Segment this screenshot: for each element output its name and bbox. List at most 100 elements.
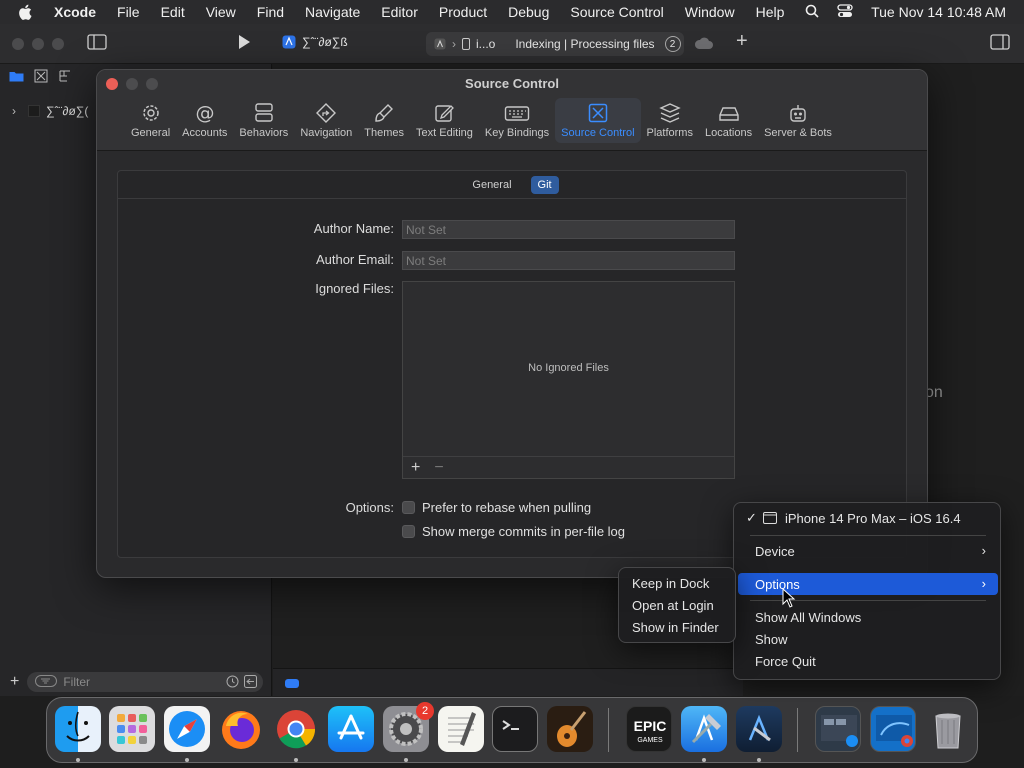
- ignored-files-toolbar: + −: [403, 456, 734, 478]
- recent-window-icon[interactable]: [815, 706, 861, 752]
- tab-locations[interactable]: Locations: [699, 98, 758, 143]
- xcode-icon[interactable]: [681, 706, 727, 752]
- add-library-button[interactable]: +: [736, 30, 748, 53]
- segment-git[interactable]: Git: [530, 175, 559, 194]
- remove-ignored-button: −: [434, 458, 444, 476]
- scm-filter-icon[interactable]: [244, 675, 258, 691]
- textedit-icon[interactable]: [438, 706, 484, 752]
- sidebar-toggle-icon[interactable]: [87, 34, 107, 55]
- filter-options-icon[interactable]: [35, 674, 58, 690]
- add-ignored-button[interactable]: +: [411, 459, 420, 477]
- tab-general[interactable]: General: [125, 98, 176, 143]
- xcode-zoom-button[interactable]: [52, 38, 64, 50]
- menu-bar: Xcode File Edit View Find Navigate Edito…: [0, 0, 1024, 24]
- menu-item-device[interactable]: Device ›: [738, 540, 998, 562]
- scheme-name: ∑ˆ¨∂ø∑ß: [302, 35, 348, 49]
- tab-label: Key Bindings: [484, 127, 550, 139]
- cloud-icon[interactable]: [694, 36, 714, 55]
- garageband-icon[interactable]: [547, 706, 593, 752]
- xcode-minimize-button[interactable]: [32, 38, 44, 50]
- menu-separator: [750, 535, 986, 536]
- menu-source-control[interactable]: Source Control: [570, 4, 663, 20]
- menu-view[interactable]: View: [206, 4, 236, 20]
- menu-edit[interactable]: Edit: [161, 4, 185, 20]
- menu-find[interactable]: Find: [257, 4, 284, 20]
- tab-behaviors[interactable]: Behaviors: [233, 98, 294, 143]
- add-file-icon[interactable]: +: [10, 673, 19, 691]
- tab-server-bots[interactable]: Server & Bots: [758, 98, 838, 143]
- hierarchy-icon[interactable]: [58, 69, 72, 88]
- spotlight-search-icon[interactable]: [805, 4, 819, 21]
- menu-item-force-quit[interactable]: Force Quit: [738, 650, 998, 672]
- menu-help[interactable]: Help: [756, 4, 785, 20]
- project-tree-row[interactable]: › ∑ˆ¨∂ø∑(: [12, 104, 88, 118]
- activity-status: Indexing | Processing files: [515, 37, 655, 51]
- tab-accounts[interactable]: @ Accounts: [176, 98, 233, 143]
- menu-window[interactable]: Window: [685, 4, 735, 20]
- menu-file[interactable]: File: [117, 4, 140, 20]
- dock: 2 EPIC GAMES: [46, 697, 978, 763]
- app-target-icon: [434, 38, 446, 50]
- tab-source-control[interactable]: Source Control: [555, 98, 641, 143]
- inspector-toggle-icon[interactable]: [990, 34, 1010, 55]
- navigator-filter-bar: + Filter: [0, 668, 272, 696]
- menu-product[interactable]: Product: [439, 4, 487, 20]
- xcode-toolbar: ∑ˆ¨∂ø∑ß › i...o Indexing | Processing fi…: [0, 24, 1024, 64]
- source-control-navigator-icon[interactable]: [34, 69, 48, 88]
- menu-item-keep-in-dock[interactable]: Keep in Dock: [632, 576, 709, 591]
- firefox-icon[interactable]: [218, 706, 264, 752]
- tab-key-bindings[interactable]: Key Bindings: [479, 98, 555, 143]
- running-indicator: [294, 758, 298, 762]
- scheme-selector[interactable]: ∑ˆ¨∂ø∑ß: [282, 35, 348, 49]
- menu-debug[interactable]: Debug: [508, 4, 549, 20]
- tab-platforms[interactable]: Platforms: [641, 98, 699, 143]
- tab-navigation[interactable]: Navigation: [294, 98, 358, 143]
- menu-item-show[interactable]: Show: [738, 628, 998, 650]
- folder-icon[interactable]: [9, 69, 24, 87]
- author-email-field[interactable]: Not Set: [402, 251, 735, 270]
- run-button[interactable]: [236, 33, 252, 56]
- gear-icon: [142, 105, 159, 121]
- ignored-files-list[interactable]: No Ignored Files + −: [402, 281, 735, 479]
- menu-item-open-at-login[interactable]: Open at Login: [632, 598, 714, 613]
- safari-icon[interactable]: [164, 706, 210, 752]
- terminal-icon[interactable]: [492, 706, 538, 752]
- instruments-icon[interactable]: [736, 706, 782, 752]
- menu-app-xcode[interactable]: Xcode: [54, 4, 96, 20]
- menu-item-device-window[interactable]: ✓ iPhone 14 Pro Max – iOS 16.4: [738, 507, 998, 529]
- menu-item-show-in-finder[interactable]: Show in Finder: [632, 620, 719, 635]
- disclosure-chevron-icon[interactable]: ›: [12, 104, 16, 118]
- epic-games-icon[interactable]: EPIC GAMES: [626, 706, 672, 752]
- menu-editor[interactable]: Editor: [381, 4, 418, 20]
- merge-commits-checkbox[interactable]: [402, 525, 415, 538]
- navigator-filter-input[interactable]: Filter: [27, 672, 264, 692]
- menu-item-options[interactable]: Options ›: [738, 573, 998, 595]
- merge-commits-option-label[interactable]: Show merge commits in per-file log: [422, 524, 625, 539]
- recent-files-icon[interactable]: [226, 675, 239, 691]
- control-center-icon[interactable]: [837, 3, 853, 21]
- menu-clock[interactable]: Tue Nov 14 10:48 AM: [871, 4, 1006, 20]
- rebase-checkbox[interactable]: [402, 501, 415, 514]
- recent-window-icon[interactable]: [870, 706, 916, 752]
- tab-themes[interactable]: Themes: [358, 98, 410, 143]
- notification-badge: 2: [416, 702, 434, 720]
- debug-area-toggle-icon[interactable]: [285, 679, 299, 688]
- chrome-icon[interactable]: [273, 706, 319, 752]
- rebase-option-label[interactable]: Prefer to rebase when pulling: [422, 500, 591, 515]
- segment-general[interactable]: General: [465, 176, 518, 194]
- activity-count-badge[interactable]: 2: [664, 36, 681, 52]
- author-name-field[interactable]: Not Set: [402, 220, 735, 239]
- apple-icon[interactable]: [18, 3, 38, 21]
- menu-item-show-all-windows[interactable]: Show All Windows: [738, 606, 998, 628]
- trash-icon[interactable]: [925, 706, 971, 752]
- activity-viewer[interactable]: › i...o Indexing | Processing files 2: [426, 32, 684, 56]
- launchpad-icon[interactable]: [109, 706, 155, 752]
- tab-text-editing[interactable]: Text Editing: [410, 98, 479, 143]
- server-icon: [790, 105, 806, 122]
- finder-icon[interactable]: [55, 706, 101, 752]
- segmented-control: General Git: [118, 171, 906, 199]
- debug-bar: [273, 668, 743, 696]
- menu-navigate[interactable]: Navigate: [305, 4, 360, 20]
- xcode-close-button[interactable]: [12, 38, 24, 50]
- app-store-icon[interactable]: [328, 706, 374, 752]
